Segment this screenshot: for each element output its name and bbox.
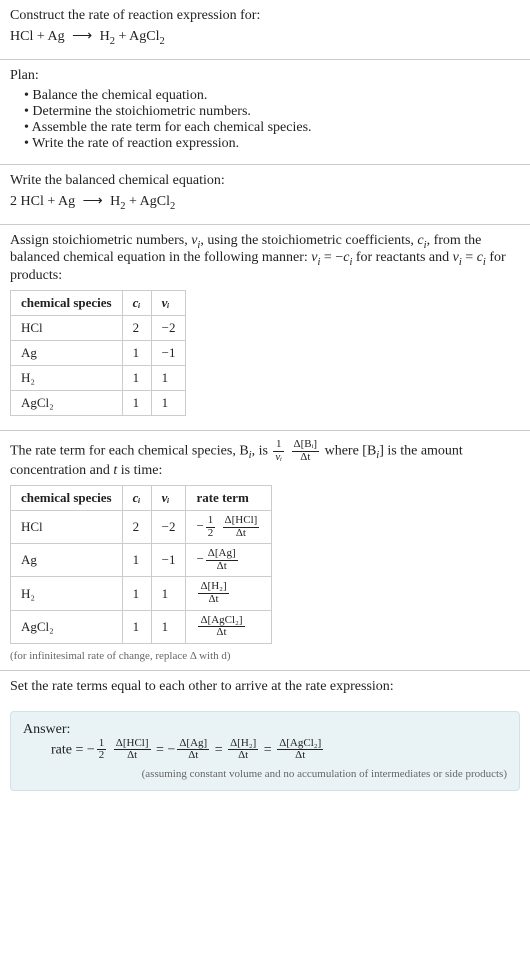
table-row: AgCl₂11 [11, 391, 186, 416]
rate-cell: Δ[H₂]Δt [186, 577, 272, 610]
rate-term-section: The rate term for each chemical species,… [0, 431, 530, 670]
intro-rhs-h2: H2 [100, 29, 115, 44]
col-species: chemical species [11, 486, 123, 511]
rate-cell: Δ[AgCl₂]Δt [186, 610, 272, 643]
col-ci: cᵢ [122, 291, 151, 316]
rate-cell: −Δ[Ag]Δt [186, 544, 272, 577]
table-header-row: chemical species cᵢ νᵢ rate term [11, 486, 272, 511]
plan-item: Balance the chemical equation. [24, 88, 520, 104]
stoich-section: Assign stoichiometric numbers, νi, using… [0, 225, 530, 432]
rate-term-paragraph: The rate term for each chemical species,… [10, 439, 520, 479]
stoich-table: chemical species cᵢ νᵢ HCl2−2 Ag1−1 H₂11… [10, 290, 186, 416]
fraction: Δ[Bᵢ]Δt [292, 439, 320, 463]
plan-title: Plan: [10, 68, 520, 84]
table-row: HCl 2 −2 −12 Δ[HCl]Δt [11, 511, 272, 544]
col-nui: νᵢ [151, 291, 186, 316]
plan-section: Plan: Balance the chemical equation. Det… [0, 60, 530, 165]
rate-term-table: chemical species cᵢ νᵢ rate term HCl 2 −… [10, 485, 272, 643]
arrow-icon: ⟶ [83, 194, 103, 209]
answer-expression: rate = −12 Δ[HCl]Δt = −Δ[Ag]Δt = Δ[H₂]Δt… [51, 738, 507, 762]
rate-cell: −12 Δ[HCl]Δt [186, 511, 272, 544]
plan-list: Balance the chemical equation. Determine… [10, 88, 520, 152]
intro-equation: HCl + Ag ⟶ H2 + AgCl2 [10, 28, 520, 47]
fraction: 1νᵢ [273, 439, 284, 463]
col-species: chemical species [11, 291, 123, 316]
balanced-equation: 2 HCl + Ag ⟶ H2 + AgCl2 [10, 193, 520, 212]
table-row: AgCl₂ 1 1 Δ[AgCl₂]Δt [11, 610, 272, 643]
table-row: H₂11 [11, 366, 186, 391]
final-heading: Set the rate terms equal to each other t… [10, 679, 520, 695]
answer-box: Answer: rate = −12 Δ[HCl]Δt = −Δ[Ag]Δt =… [10, 711, 520, 791]
col-rate: rate term [186, 486, 272, 511]
table-row: Ag1−1 [11, 341, 186, 366]
answer-title: Answer: [23, 722, 507, 738]
intro-heading: Construct the rate of reaction expressio… [10, 8, 520, 24]
table-row: H₂ 1 1 Δ[H₂]Δt [11, 577, 272, 610]
intro-section: Construct the rate of reaction expressio… [0, 0, 530, 60]
table-header-row: chemical species cᵢ νᵢ [11, 291, 186, 316]
plan-item: Assemble the rate term for each chemical… [24, 120, 520, 136]
balanced-rhs: H2 [110, 194, 125, 209]
final-section: Set the rate terms equal to each other t… [0, 671, 530, 703]
plan-item: Write the rate of reaction expression. [24, 136, 520, 152]
rate-term-footnote: (for infinitesimal rate of change, repla… [10, 650, 520, 662]
intro-lhs: HCl + Ag [10, 29, 65, 44]
col-nui: νᵢ [151, 486, 186, 511]
table-row: HCl2−2 [11, 316, 186, 341]
balanced-section: Write the balanced chemical equation: 2 … [0, 165, 530, 225]
balanced-heading: Write the balanced chemical equation: [10, 173, 520, 189]
answer-note: (assuming constant volume and no accumul… [23, 768, 507, 780]
col-ci: cᵢ [122, 486, 151, 511]
plan-item: Determine the stoichiometric numbers. [24, 104, 520, 120]
table-row: Ag 1 −1 −Δ[Ag]Δt [11, 544, 272, 577]
balanced-lhs: 2 HCl + Ag [10, 194, 75, 209]
arrow-icon: ⟶ [72, 29, 92, 44]
stoich-paragraph: Assign stoichiometric numbers, νi, using… [10, 233, 520, 285]
